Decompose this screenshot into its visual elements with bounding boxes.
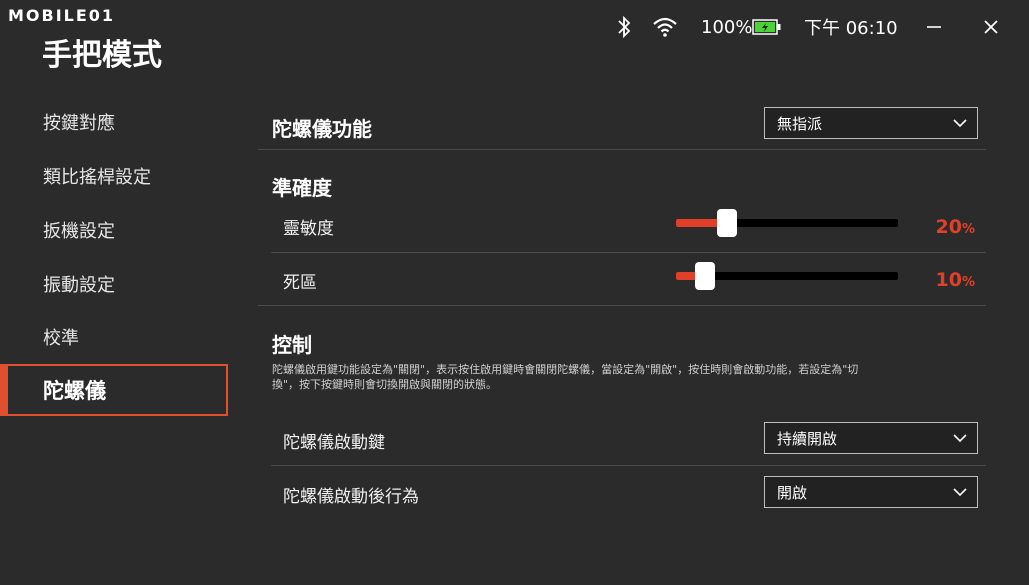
sidebar-item-trigger[interactable]: 扳機設定 <box>0 204 228 256</box>
sidebar-item-gyroscope[interactable]: 陀螺儀 <box>0 364 228 416</box>
activate-key-label: 陀螺儀啟動鍵 <box>283 433 385 453</box>
divider <box>271 465 986 466</box>
gyro-function-dropdown[interactable]: 無指派 <box>764 107 978 139</box>
sidebar-item-vibration[interactable]: 振動設定 <box>0 258 228 310</box>
description-line: 陀螺儀啟用鍵功能設定為"關閉"，表示按住啟用鍵時會關閉陀螺儀，當設定為"開啟"，… <box>272 363 859 376</box>
clock: 下午 06:10 <box>804 18 898 39</box>
divider <box>258 305 986 306</box>
dropdown-value: 持續開啟 <box>777 429 838 448</box>
dropdown-value: 無指派 <box>777 114 823 133</box>
precision-title: 準確度 <box>272 176 332 200</box>
deadzone-label: 死區 <box>283 273 317 293</box>
deadzone-slider[interactable] <box>676 262 898 290</box>
sidebar-item-label: 類比搖桿設定 <box>43 167 151 188</box>
sidebar-item-button-mapping[interactable]: 按鍵對應 <box>0 96 228 148</box>
sidebar-item-label: 按鍵對應 <box>43 113 115 134</box>
sensitivity-value: 20% <box>915 216 975 238</box>
close-icon <box>984 20 998 34</box>
description-line: 換"，按下按鍵時則會切換開啟與關閉的狀態。 <box>272 378 498 391</box>
watermark-text: MOBILE01 <box>8 6 116 25</box>
divider <box>258 149 986 150</box>
sensitivity-number: 20 <box>935 216 962 238</box>
sensitivity-unit: % <box>961 222 975 237</box>
sidebar-item-label: 陀螺儀 <box>43 379 106 403</box>
page-title: 手把模式 <box>42 38 162 73</box>
deadzone-value: 10% <box>915 269 975 291</box>
battery-icon <box>752 14 782 40</box>
watermark-logo: MOBILE01 <box>8 6 115 25</box>
gyro-function-title: 陀螺儀功能 <box>272 117 372 141</box>
sidebar-item-label: 振動設定 <box>43 275 115 296</box>
deadzone-number: 10 <box>935 269 962 291</box>
control-description: 陀螺儀啟用鍵功能設定為"關閉"，表示按住啟用鍵時會關閉陀螺儀，當設定為"開啟"，… <box>272 362 962 392</box>
minimize-icon <box>927 26 941 28</box>
sidebar-item-analog-stick[interactable]: 類比搖桿設定 <box>0 150 228 202</box>
sensitivity-label: 靈敏度 <box>283 219 334 239</box>
activate-key-dropdown[interactable]: 持續開啟 <box>764 422 978 454</box>
sensitivity-slider[interactable] <box>676 209 898 237</box>
after-activate-dropdown[interactable]: 開啟 <box>764 476 978 508</box>
bluetooth-icon <box>614 14 634 40</box>
sidebar-item-label: 校準 <box>43 328 79 349</box>
wifi-icon <box>652 14 678 40</box>
chevron-down-icon <box>953 118 967 127</box>
dropdown-value: 開啟 <box>777 483 808 502</box>
slider-thumb[interactable] <box>695 262 715 290</box>
chevron-down-icon <box>953 487 967 496</box>
chevron-down-icon <box>953 433 967 442</box>
sidebar-item-calibration[interactable]: 校準 <box>0 311 228 363</box>
sidebar-item-label: 扳機設定 <box>43 221 115 242</box>
control-title: 控制 <box>272 333 312 357</box>
divider <box>271 252 986 253</box>
deadzone-unit: % <box>961 275 975 290</box>
battery-percent: 100% <box>701 16 753 38</box>
minimize-button[interactable] <box>924 14 944 40</box>
after-activate-label: 陀螺儀啟動後行為 <box>283 487 419 507</box>
slider-thumb[interactable] <box>717 209 737 237</box>
close-button[interactable] <box>981 14 1001 40</box>
